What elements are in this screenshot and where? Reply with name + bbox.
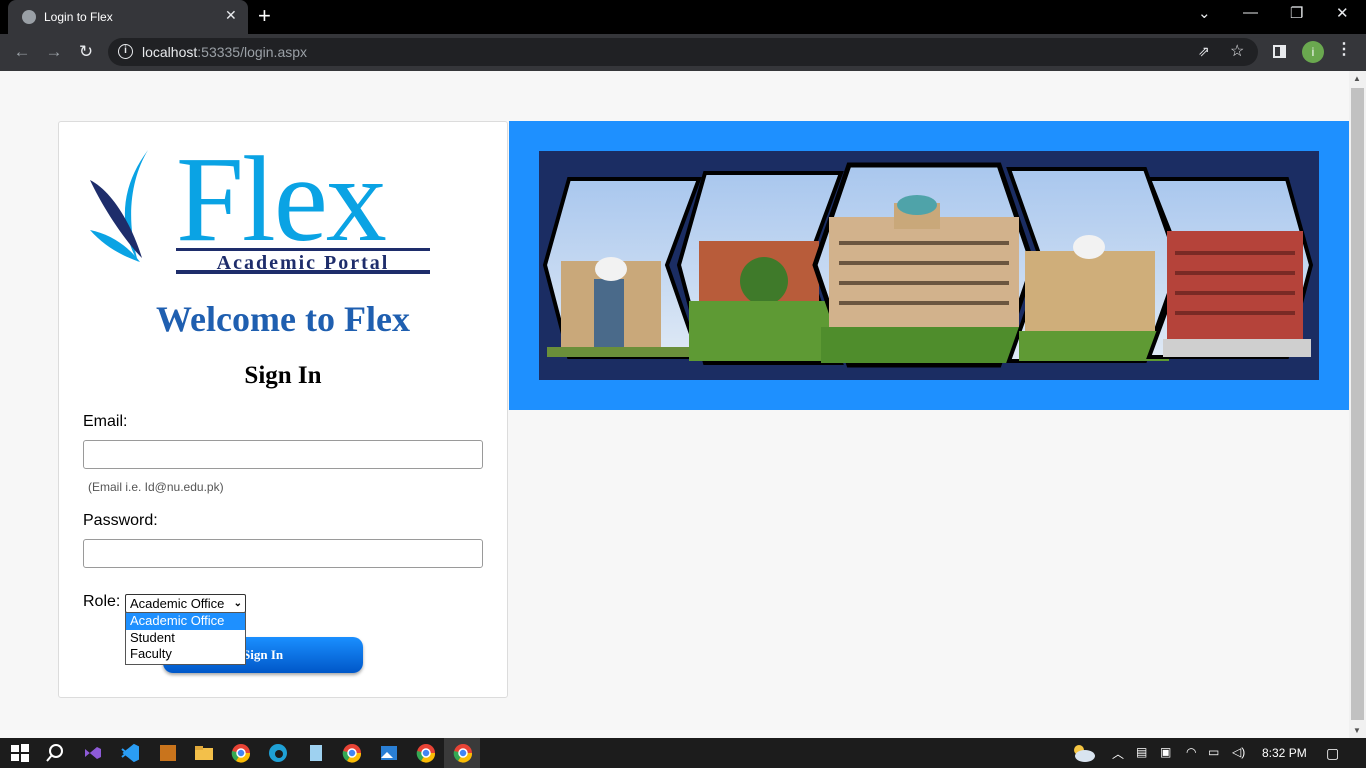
welcome-heading: Welcome to Flex — [156, 299, 410, 339]
volume-icon[interactable]: ◁) — [1232, 745, 1245, 759]
site-info-icon[interactable]: i — [118, 44, 133, 59]
scroll-down-icon[interactable]: ▼ — [1353, 726, 1361, 735]
campus-banner — [509, 121, 1349, 410]
tab-title: Login to Flex — [44, 10, 113, 24]
dosbox-icon[interactable] — [158, 743, 178, 763]
share-icon[interactable]: ⇗ — [1198, 43, 1210, 60]
browser-toolbar: ← → ↻ i localhost:53335/login.aspx ⇗ ☆ i… — [0, 34, 1366, 71]
edge-icon[interactable] — [268, 743, 288, 763]
tray-device-icon[interactable]: ▣ — [1160, 745, 1171, 759]
menu-kebab-icon[interactable]: ⋮ — [1336, 39, 1352, 59]
weather-icon[interactable] — [1070, 743, 1096, 763]
new-tab-button[interactable]: + — [258, 3, 271, 29]
chevron-down-icon: ⌄ — [233, 598, 242, 609]
taskbar-clock[interactable]: 8:32 PM — [1262, 746, 1307, 760]
profile-avatar[interactable]: i — [1302, 41, 1324, 63]
address-bar[interactable]: i localhost:53335/login.aspx ⇗ ☆ — [108, 38, 1258, 66]
wifi-icon[interactable]: ◠ — [1186, 745, 1196, 759]
chrome-icon-2[interactable] — [342, 743, 362, 763]
browser-tab[interactable]: Login to Flex ✕ — [8, 0, 248, 34]
chrome-active-icon[interactable] — [453, 743, 473, 763]
vscode-icon[interactable] — [120, 743, 140, 763]
search-icon[interactable] — [45, 743, 65, 763]
password-field[interactable] — [83, 539, 483, 568]
browser-tab-strip: Login to Flex ✕ + ⌄ — ❐ ✕ — [0, 0, 1366, 34]
globe-icon — [22, 10, 36, 24]
tray-storage-icon[interactable]: ▤ — [1136, 745, 1147, 759]
logo-divider — [176, 248, 430, 251]
role-option-student[interactable]: Student — [126, 630, 245, 647]
email-field[interactable] — [83, 440, 483, 469]
campus-collage-image — [539, 151, 1319, 380]
file-explorer-icon[interactable] — [194, 743, 214, 763]
minimize-button[interactable]: — — [1243, 4, 1258, 21]
side-panel-icon[interactable] — [1273, 45, 1286, 58]
role-select[interactable]: Academic Office ⌄ — [125, 594, 246, 613]
chrome-icon[interactable] — [231, 743, 251, 763]
url-text[interactable]: localhost:53335/login.aspx — [142, 44, 307, 60]
windows-start-icon[interactable] — [10, 743, 30, 763]
flex-logo: Flex Academic Portal — [90, 132, 435, 278]
chrome-icon-3[interactable] — [416, 743, 436, 763]
role-label: Role: — [83, 593, 121, 610]
campus-photos-illustration — [539, 151, 1319, 380]
role-dropdown-list: Academic Office Student Faculty — [125, 612, 246, 665]
role-option-academic-office[interactable]: Academic Office — [126, 613, 245, 630]
notifications-icon[interactable]: ▢ — [1326, 745, 1339, 762]
email-hint: (Email i.e. Id@nu.edu.pk) — [88, 480, 224, 494]
password-label: Password: — [83, 512, 158, 529]
notepad-icon[interactable] — [306, 743, 326, 763]
role-option-faculty[interactable]: Faculty — [126, 646, 245, 663]
scroll-up-icon[interactable]: ▲ — [1353, 74, 1361, 83]
visual-studio-icon[interactable] — [83, 743, 103, 763]
windows-taskbar: ︿ ▤ ▣ ◠ ▭ ◁) 8:32 PM ▢ — [0, 738, 1366, 768]
bookmark-star-icon[interactable]: ☆ — [1230, 41, 1244, 61]
role-selected-value: Academic Office — [130, 596, 225, 611]
email-label: Email: — [83, 413, 128, 430]
reload-icon[interactable]: ↻ — [74, 40, 98, 64]
back-icon[interactable]: ← — [10, 40, 34, 64]
signin-button-label: Sign In — [243, 647, 284, 662]
scrollbar-thumb[interactable] — [1351, 88, 1364, 720]
page-scrollbar[interactable]: ▲ ▼ — [1349, 71, 1366, 738]
show-hidden-icons-chevron-icon[interactable]: ︿ — [1112, 745, 1124, 762]
tab-search-icon[interactable]: ⌄ — [1198, 4, 1211, 22]
battery-icon[interactable]: ▭ — [1208, 745, 1219, 759]
signin-heading: Sign In — [244, 362, 322, 389]
restore-button[interactable]: ❐ — [1290, 4, 1303, 22]
close-window-button[interactable]: ✕ — [1336, 4, 1349, 22]
tab-close-icon[interactable]: ✕ — [225, 7, 237, 24]
logo-tagline: Academic Portal — [176, 252, 430, 274]
logo-swoosh-icon — [90, 150, 148, 262]
photos-icon[interactable] — [379, 743, 399, 763]
forward-icon[interactable]: → — [42, 40, 66, 64]
